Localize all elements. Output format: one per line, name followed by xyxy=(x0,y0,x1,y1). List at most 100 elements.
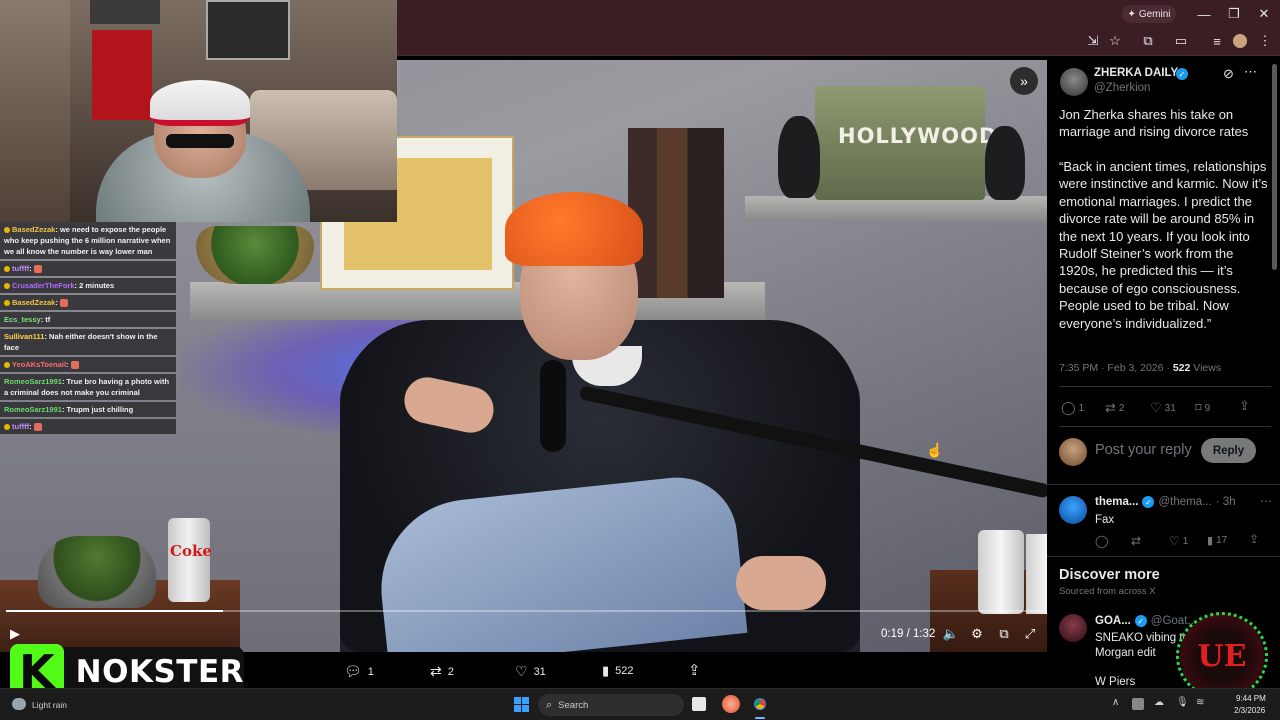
grok-icon[interactable]: ⊘ xyxy=(1223,66,1234,82)
post-action-bar: 💬︎ 1 ⇄ 2 ♡ 31 ▮ 522 ⇪ xyxy=(250,652,1047,688)
task-view-icon[interactable] xyxy=(692,697,706,711)
chat-username[interactable]: Ecs_tessy xyxy=(4,315,41,324)
webcam-painting-2 xyxy=(90,0,160,24)
chat-username[interactable]: RomeoSarz1991 xyxy=(4,405,62,414)
post-share-icon[interactable]: ⇪ xyxy=(1239,398,1250,414)
reply-author-handle[interactable]: @thema... xyxy=(1158,496,1211,508)
author-handle[interactable]: @Zherkion xyxy=(1094,82,1150,94)
discover-title: Discover more xyxy=(1059,567,1160,583)
share-action[interactable]: ⇪ xyxy=(688,661,701,679)
reply1-repost-icon[interactable]: ⇄ xyxy=(1131,534,1141,548)
weather-icon[interactable] xyxy=(12,698,26,710)
reply-more-icon[interactable]: ⋯ xyxy=(1260,494,1272,508)
chat-message: tuffff: xyxy=(0,419,176,434)
reply-action[interactable]: 💬︎ 1 xyxy=(344,663,374,680)
reply-author-name[interactable]: thema... xyxy=(1095,496,1138,508)
media-control-icon[interactable]: ≡ xyxy=(1208,32,1226,50)
windows-start-icon[interactable] xyxy=(514,697,529,712)
author-avatar[interactable] xyxy=(1060,68,1088,96)
screen: { "browser": { "gemini_label": "Gemini" … xyxy=(0,0,1280,720)
video-head-statue-2 xyxy=(985,126,1025,200)
post-timestamp[interactable]: 7:35 PM · Feb 3, 2026 · xyxy=(1059,362,1173,374)
taskbar-app-icon[interactable] xyxy=(722,695,740,713)
fullscreen-icon[interactable]: ⤢ xyxy=(1021,625,1039,643)
chat-message: CrusaderTheFork: 2 minutes xyxy=(0,278,176,293)
search-icon: ⌕ xyxy=(546,698,553,711)
extensions-icon[interactable]: ⧉ xyxy=(1139,32,1157,50)
post-headline: Jon Zherka shares his take on marriage a… xyxy=(1059,107,1249,140)
chat-username[interactable]: BasedZezak xyxy=(12,225,55,234)
play-icon[interactable]: ▶ xyxy=(10,626,24,642)
volume-icon[interactable]: 🔈 xyxy=(942,625,960,643)
chat-badge-icon xyxy=(4,424,10,431)
tray-app-icon[interactable] xyxy=(1132,698,1144,710)
menu-kebab-icon[interactable]: ⋮ xyxy=(1257,32,1273,50)
post-like-count: 31 xyxy=(1164,402,1176,414)
tray-network-icon[interactable]: ☁ xyxy=(1154,697,1164,708)
discover-line-3: W Piers xyxy=(1095,676,1136,688)
chat-emote-icon xyxy=(33,265,42,274)
chrome-icon[interactable] xyxy=(751,695,769,713)
bookmark-icon: ⌑ xyxy=(1195,400,1202,415)
reply-input[interactable]: Post your reply xyxy=(1095,442,1195,472)
verified-badge-icon: ✓ xyxy=(1142,496,1155,508)
pip-icon[interactable]: ⧉ xyxy=(995,625,1013,643)
reply-time: · 3h xyxy=(1215,496,1236,508)
install-app-icon[interactable]: ⇲ xyxy=(1084,32,1102,50)
chat-username[interactable]: Sullivan111 xyxy=(4,332,44,341)
reply1-reply-icon[interactable]: ◯ xyxy=(1095,534,1108,548)
reply-author-row: thema... ✓ @thema... · 3h xyxy=(1095,496,1236,508)
views-bar-icon: ▮ xyxy=(1207,535,1214,547)
reply1-share-icon[interactable]: ⇪ xyxy=(1249,532,1259,546)
views-action[interactable]: ▮ 522 xyxy=(602,663,634,679)
taskbar-search[interactable]: ⌕ Search xyxy=(538,694,684,716)
tray-wifi-icon[interactable]: ≋ xyxy=(1196,697,1204,708)
weather-label[interactable]: Light rain xyxy=(32,700,67,710)
chat-emote-icon xyxy=(59,299,68,308)
video-progress-track[interactable] xyxy=(6,610,1041,612)
author-name[interactable]: ZHERKA DAILY xyxy=(1094,67,1178,79)
post-like-stat[interactable]: ♡ 31 xyxy=(1150,400,1176,416)
chat-username[interactable]: YeoAKsToenail xyxy=(12,360,66,369)
video-person-hand-2 xyxy=(736,556,826,610)
tray-date[interactable]: 2/3/2026 xyxy=(1234,706,1265,715)
gemini-button[interactable]: ✦ Gemini xyxy=(1122,5,1176,23)
reply-avatar[interactable] xyxy=(1059,496,1087,524)
discover-author-name[interactable]: GOA... xyxy=(1095,615,1131,627)
video-time: 0:19 / 1:32 xyxy=(881,628,936,640)
chat-username[interactable]: CrusaderTheFork xyxy=(12,281,75,290)
panel-scrollbar[interactable] xyxy=(1272,64,1277,270)
reply1-like[interactable]: ♡ 1 xyxy=(1169,534,1188,548)
more-options-icon[interactable]: ⋯ xyxy=(1244,64,1257,80)
profile-avatar[interactable] xyxy=(1233,34,1247,48)
minimize-icon[interactable]: — xyxy=(1194,4,1214,24)
reply1-like-count: 1 xyxy=(1182,535,1189,547)
chat-username[interactable]: tuffff xyxy=(12,264,29,273)
tray-mic-icon[interactable]: 🎙︎ xyxy=(1176,697,1189,708)
close-icon[interactable]: ✕ xyxy=(1254,4,1274,24)
tray-chevron-icon[interactable]: ∧ xyxy=(1112,697,1119,708)
bookmark-star-icon[interactable]: ☆ xyxy=(1106,32,1124,50)
webcam-painting xyxy=(206,0,290,60)
video-coke-can: Coke xyxy=(168,518,212,602)
post-reply-stat[interactable]: ◯ 1 xyxy=(1061,400,1084,416)
post-repost-stat[interactable]: ⇄ 2 xyxy=(1105,400,1124,416)
settings-gear-icon[interactable]: ⚙ xyxy=(968,625,986,643)
chat-username[interactable]: RomeoSarz1991 xyxy=(4,377,62,386)
chat-username[interactable]: BasedZezak xyxy=(12,298,55,307)
post-repost-count: 2 xyxy=(1118,402,1125,414)
split-view-icon[interactable]: ▭ xyxy=(1172,32,1190,50)
video-can-right xyxy=(978,530,1024,614)
tray-time[interactable]: 9:44 PM xyxy=(1236,694,1266,703)
restore-icon[interactable]: ❐ xyxy=(1224,4,1244,24)
discover-avatar[interactable] xyxy=(1059,614,1087,642)
chat-text: tf xyxy=(43,315,51,324)
post-bookmark-stat[interactable]: ⌑ 9 xyxy=(1195,400,1210,416)
like-action[interactable]: ♡ 31 xyxy=(515,663,546,680)
reply1-views[interactable]: ▮ 17 xyxy=(1207,534,1227,547)
expand-panel-button[interactable]: » xyxy=(1010,67,1038,95)
discover-line-2: Morgan edit xyxy=(1095,647,1156,659)
reply-button[interactable]: Reply xyxy=(1201,438,1256,463)
chat-username[interactable]: tuffff xyxy=(12,422,29,431)
repost-action[interactable]: ⇄ 2 xyxy=(430,663,454,680)
